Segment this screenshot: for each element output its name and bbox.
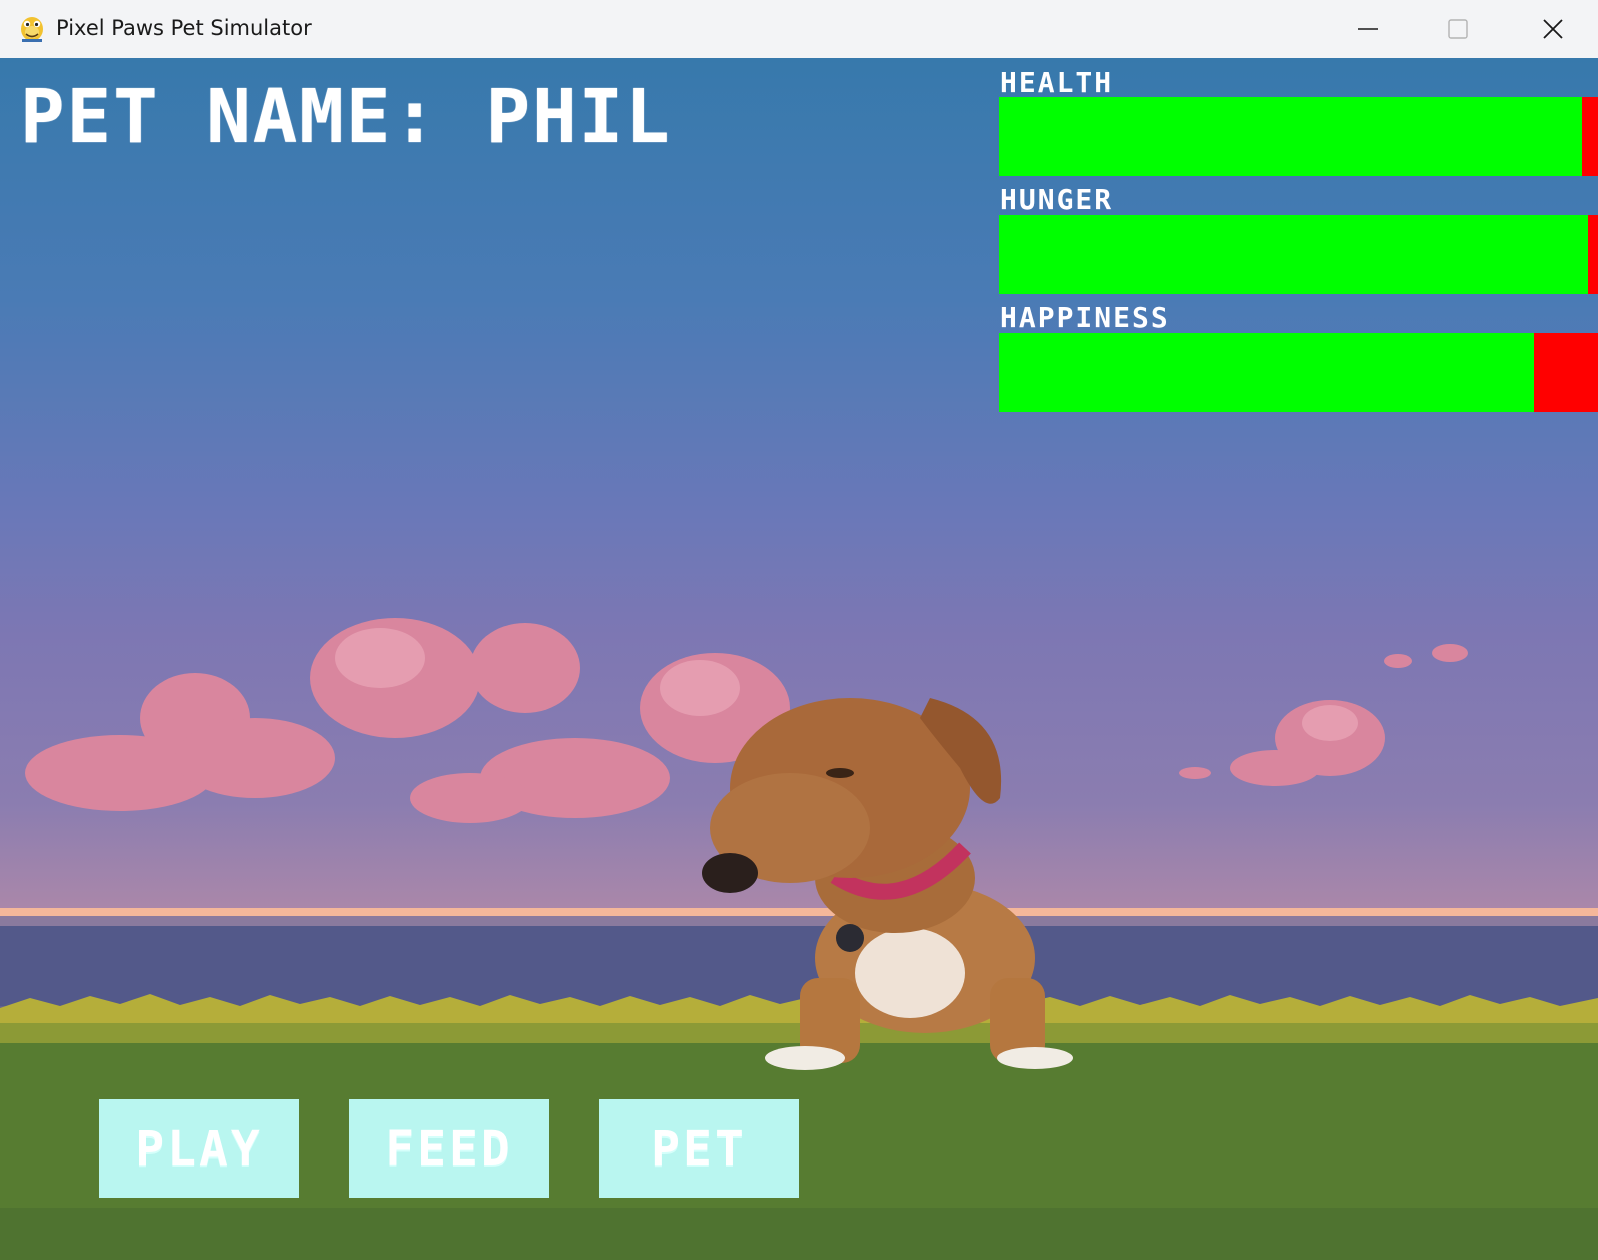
happiness-bar	[999, 333, 1598, 412]
pet-button-label: PET	[651, 1120, 747, 1177]
game-canvas: PET NAME: PHIL HEALTH HUNGER HAPPINESS P…	[0, 58, 1598, 1260]
close-icon	[1543, 19, 1563, 39]
minimize-icon	[1358, 28, 1378, 30]
happiness-bar-fill	[999, 333, 1534, 412]
feed-button[interactable]: FEED	[349, 1099, 549, 1198]
play-button-label: PLAY	[135, 1120, 263, 1177]
health-bar-fill	[999, 97, 1583, 176]
pet-button[interactable]: PET	[599, 1099, 799, 1198]
happiness-label: HAPPINESS	[1000, 301, 1170, 334]
hunger-bar-fill	[999, 215, 1588, 294]
window-title: Pixel Paws Pet Simulator	[56, 16, 312, 40]
pygame-snake-icon	[21, 17, 43, 42]
title-bar: Pixel Paws Pet Simulator	[0, 0, 1598, 59]
pet-name-label: PET NAME: PHIL	[20, 74, 672, 160]
maximize-icon	[1448, 19, 1468, 39]
feed-button-label: FEED	[385, 1120, 513, 1177]
health-label: HEALTH	[1000, 66, 1114, 99]
hunger-label: HUNGER	[1000, 183, 1114, 216]
health-bar	[999, 97, 1598, 176]
app-window: Pixel Paws Pet Simulator PET NAME: PHIL …	[0, 0, 1598, 1260]
play-button[interactable]: PLAY	[99, 1099, 299, 1198]
maximize-button[interactable]	[1413, 0, 1503, 58]
minimize-button[interactable]	[1323, 0, 1413, 58]
hunger-bar	[999, 215, 1598, 294]
close-button[interactable]	[1508, 0, 1598, 58]
